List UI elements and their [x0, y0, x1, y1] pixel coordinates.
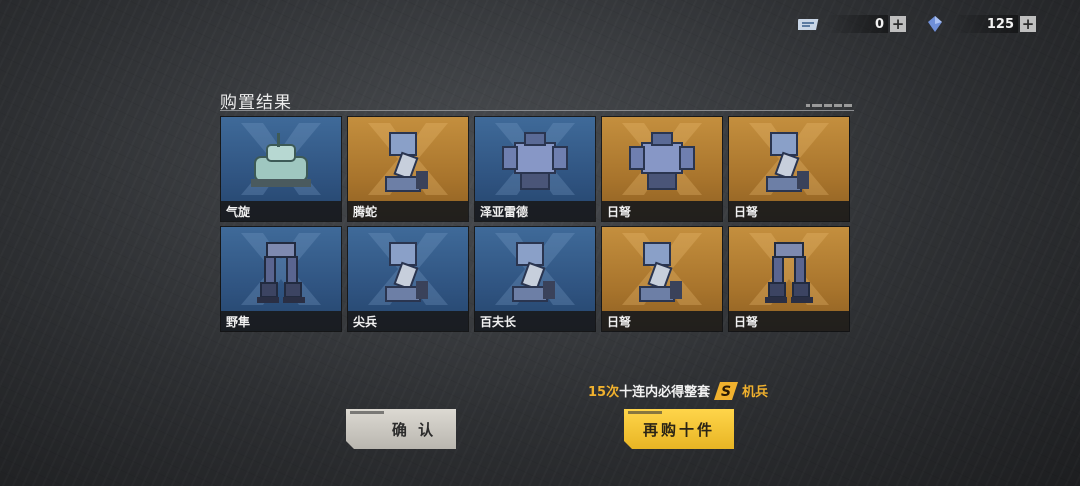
- button-tag: [628, 411, 662, 414]
- s-badge-label: S: [721, 384, 731, 400]
- crystal-icon: [928, 16, 942, 32]
- mech-arm-icon: [512, 242, 555, 302]
- result-name: 腾蛇: [348, 201, 468, 221]
- ticket-icon: [798, 19, 819, 30]
- result-name: 泽亚雷德: [475, 201, 595, 221]
- result-card[interactable]: 日弩: [729, 227, 849, 331]
- result-card[interactable]: 气旋: [221, 117, 341, 221]
- title-decoration: [806, 103, 854, 107]
- results-grid: 气旋 腾蛇 泽亚雷德 日弩 日弩 野隼 尖兵 百夫长 日弩 日弩: [221, 117, 849, 331]
- crystal-count: 125: [952, 15, 1018, 33]
- result-name: 尖兵: [348, 311, 468, 331]
- add-ticket-button[interactable]: +: [890, 16, 906, 32]
- result-card[interactable]: 尖兵: [348, 227, 468, 331]
- crystal-currency: 125 +: [924, 14, 1036, 34]
- result-name: 日弩: [602, 311, 722, 331]
- result-name: 气旋: [221, 201, 341, 221]
- result-card[interactable]: 百夫长: [475, 227, 595, 331]
- promo-text: 十连内必得整套: [619, 385, 711, 400]
- result-card[interactable]: 腾蛇: [348, 117, 468, 221]
- confirm-label: 确 认: [391, 420, 437, 439]
- title-divider: [220, 110, 854, 111]
- buy-again-button[interactable]: 再购十件: [624, 409, 734, 449]
- button-tag: [350, 411, 384, 414]
- mech-torso-icon: [502, 132, 568, 190]
- promo-notice: 15次 十连内必得整套 S 机兵: [588, 381, 768, 400]
- buy-again-label: 再购十件: [642, 420, 715, 439]
- result-card[interactable]: 日弩: [602, 117, 722, 221]
- result-name: 野隼: [221, 311, 341, 331]
- mech-arm-icon: [766, 132, 809, 192]
- result-name: 日弩: [729, 201, 849, 221]
- result-name: 日弩: [729, 311, 849, 331]
- s-rank-badge: S: [714, 381, 739, 400]
- mech-legs-icon: [765, 242, 813, 303]
- mech-arm-icon: [385, 242, 428, 302]
- result-card[interactable]: 泽亚雷德: [475, 117, 595, 221]
- mech-legs-icon: [257, 242, 305, 303]
- promo-count: 15次: [588, 385, 620, 400]
- mech-arm-icon: [385, 132, 428, 192]
- ticket-count: 0: [826, 15, 888, 33]
- result-name: 百夫长: [475, 311, 595, 331]
- add-crystal-button[interactable]: +: [1020, 16, 1036, 32]
- result-card[interactable]: 野隼: [221, 227, 341, 331]
- result-card[interactable]: 日弩: [729, 117, 849, 221]
- tank-mech-icon: [251, 133, 311, 187]
- mech-arm-icon: [639, 242, 682, 302]
- mech-torso-icon: [629, 132, 695, 190]
- promo-suffix: 机兵: [742, 385, 769, 400]
- confirm-button[interactable]: 确 认: [346, 409, 456, 449]
- result-card[interactable]: 日弩: [602, 227, 722, 331]
- result-name: 日弩: [602, 201, 722, 221]
- ticket-currency: 0 +: [798, 14, 906, 34]
